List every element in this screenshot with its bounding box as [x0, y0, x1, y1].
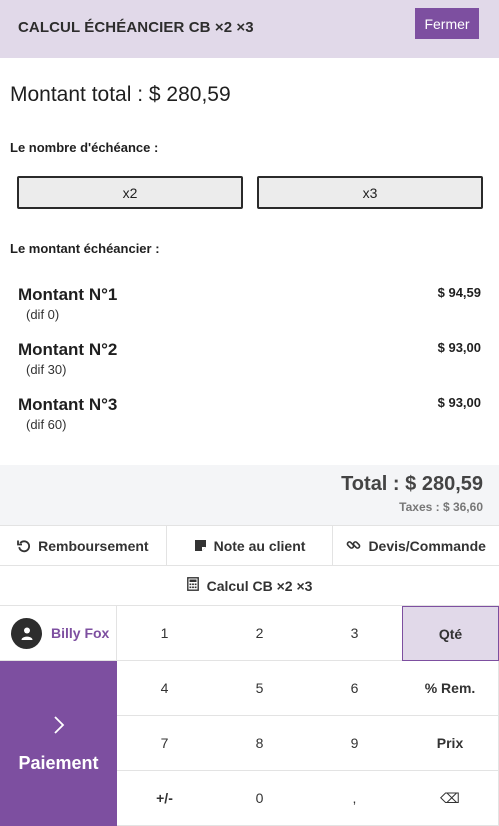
refund-button[interactable]: Remboursement — [0, 526, 167, 565]
key-0[interactable]: 0 — [212, 771, 308, 826]
action-bar: Remboursement Note au client Devis/Comma… — [0, 525, 499, 566]
key-plus-minus[interactable]: +/- — [117, 771, 213, 826]
installment-title: Montant N°2 — [18, 340, 118, 359]
installment-row: Montant N°1 (dif 0) $ 94,59 — [18, 285, 481, 335]
installment-title: Montant N°1 — [18, 285, 118, 304]
link-icon — [346, 538, 361, 553]
calc-cb-button[interactable]: Calcul CB ×2 ×3 — [0, 566, 499, 606]
count-option-x2[interactable]: x2 — [17, 176, 243, 209]
customer-name: Billy Fox — [51, 625, 110, 641]
installment-amount: $ 93,00 — [437, 340, 481, 355]
key-comma[interactable]: , — [307, 771, 403, 826]
payment-label: Paiement — [18, 753, 99, 773]
close-button[interactable]: Fermer — [415, 8, 479, 39]
key-price-mode[interactable]: Prix — [402, 716, 499, 771]
chevron-right-icon — [53, 713, 65, 739]
total-amount-heading: Montant total : $ 280,59 — [10, 83, 231, 106]
key-6[interactable]: 6 — [307, 661, 403, 716]
installment-row: Montant N°2 (dif 30) $ 93,00 — [18, 340, 481, 390]
modal-title: CALCUL ÉCHÉANCIER CB ×2 ×3 — [18, 19, 254, 36]
refund-label: Remboursement — [38, 537, 149, 554]
key-4[interactable]: 4 — [117, 661, 213, 716]
key-2[interactable]: 2 — [212, 606, 308, 661]
calculator-icon — [186, 577, 199, 594]
undo-icon — [17, 539, 31, 553]
key-quantity-mode[interactable]: Qté — [402, 606, 499, 661]
quote-order-button[interactable]: Devis/Commande — [333, 526, 499, 565]
key-discount-mode[interactable]: % Rem. — [402, 661, 499, 716]
note-icon — [194, 539, 207, 552]
count-option-x3[interactable]: x3 — [257, 176, 483, 209]
order-total: Total : $ 280,59 — [341, 473, 483, 495]
calc-cb-label: Calcul CB ×2 ×3 — [206, 577, 313, 594]
installment-amounts-label: Le montant échéancier : — [10, 241, 160, 256]
installment-amount: $ 94,59 — [437, 285, 481, 300]
avatar — [11, 617, 42, 649]
modal-header: CALCUL ÉCHÉANCIER CB ×2 ×3 Fermer — [0, 0, 499, 58]
key-5[interactable]: 5 — [212, 661, 308, 716]
installment-amount: $ 93,00 — [437, 395, 481, 410]
key-1[interactable]: 1 — [117, 606, 213, 661]
installment-row: Montant N°3 (dif 60) $ 93,00 — [18, 395, 481, 445]
key-7[interactable]: 7 — [117, 716, 213, 771]
installment-count-label: Le nombre d'échéance : — [10, 140, 159, 155]
key-3[interactable]: 3 — [307, 606, 403, 661]
key-backspace[interactable]: ⌫ — [402, 771, 499, 826]
customer-button[interactable]: Billy Fox — [0, 606, 117, 661]
installment-delay: (dif 30) — [26, 362, 67, 377]
installment-title: Montant N°3 — [18, 395, 118, 414]
user-icon — [21, 627, 32, 640]
customer-note-label: Note au client — [213, 537, 306, 554]
customer-note-button[interactable]: Note au client — [167, 526, 334, 565]
order-summary: Total : $ 280,59 Taxes : $ 36,60 — [0, 465, 499, 525]
payment-button[interactable]: Paiement — [0, 661, 117, 826]
key-8[interactable]: 8 — [212, 716, 308, 771]
installment-delay: (dif 0) — [26, 307, 60, 322]
key-9[interactable]: 9 — [307, 716, 403, 771]
order-taxes: Taxes : $ 36,60 — [399, 500, 483, 514]
installment-delay: (dif 60) — [26, 417, 67, 432]
quote-order-label: Devis/Commande — [368, 537, 486, 554]
